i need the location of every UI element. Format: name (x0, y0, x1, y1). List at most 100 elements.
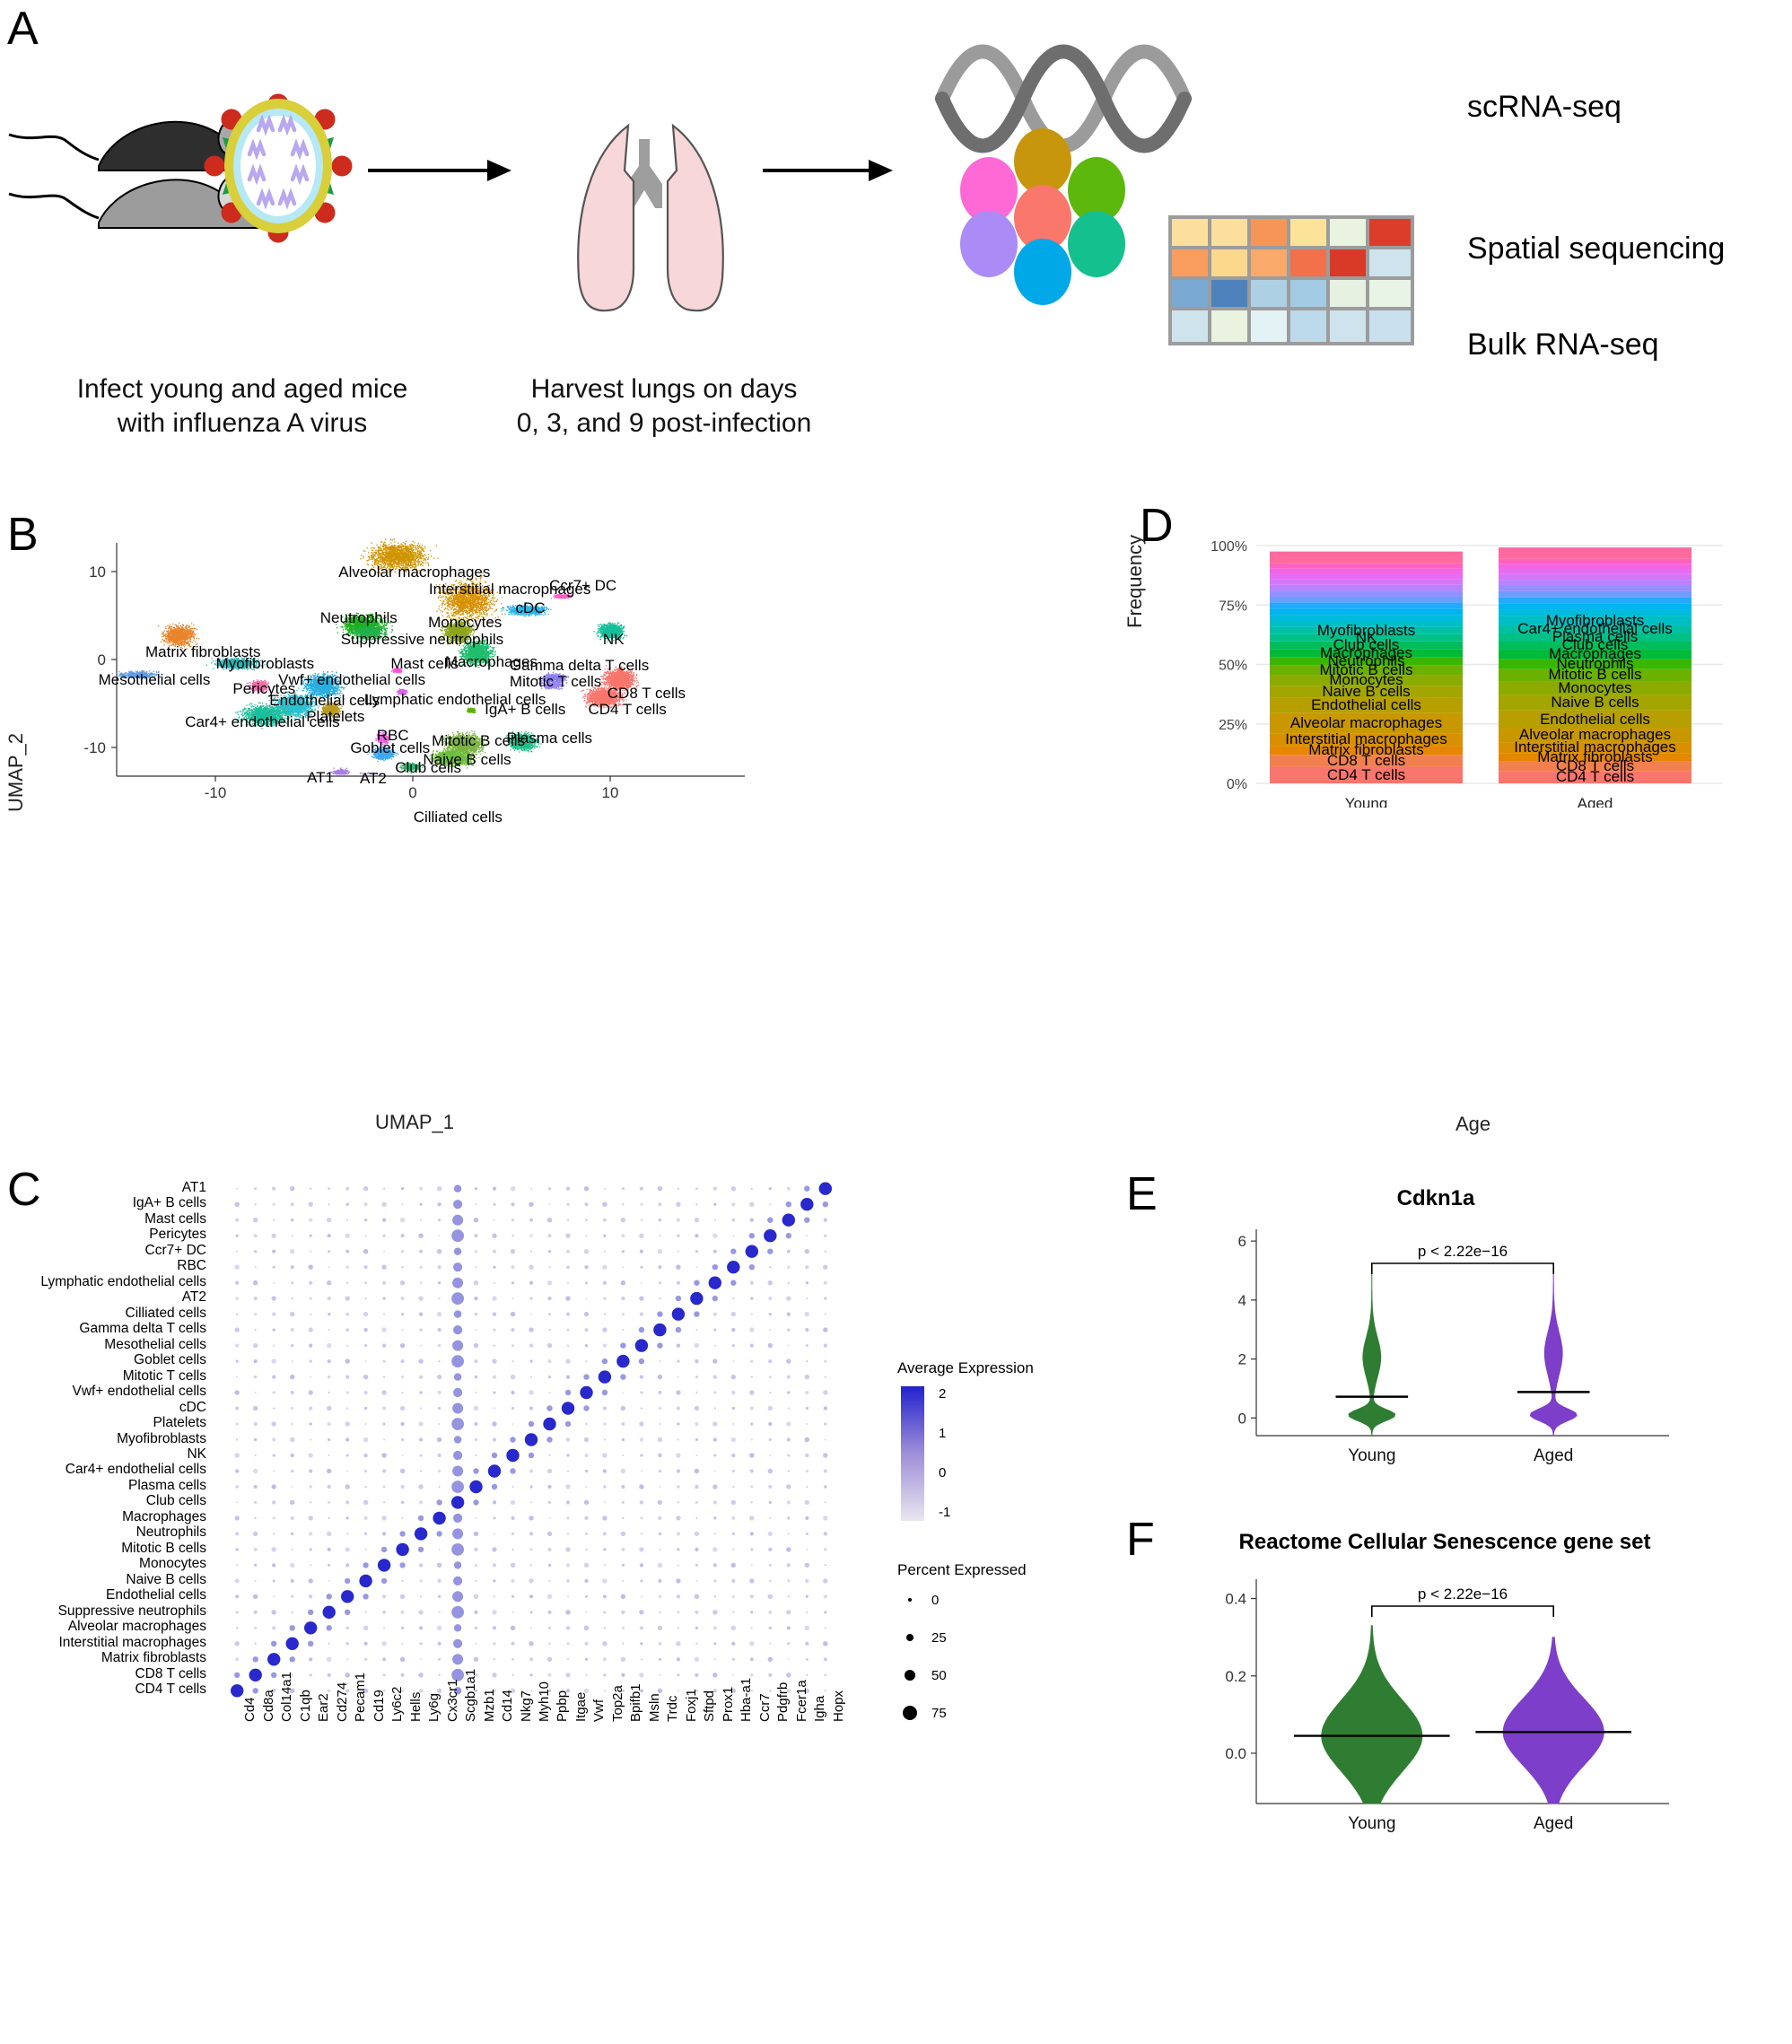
dotplot-dot (750, 1281, 754, 1285)
dotplot-dot (565, 1390, 571, 1395)
dotplot-dot (492, 1547, 496, 1551)
violin-senescence-canvas: 0.00.20.4Young Agedp < 2.22e−16 (1193, 1570, 1696, 1857)
dotplot-dot (328, 1438, 330, 1441)
dotplot-dot (345, 1187, 349, 1191)
dotplot-dot (603, 1297, 606, 1300)
dotplot-dot (382, 1344, 386, 1348)
dotplot-dot (659, 1219, 661, 1221)
dotplot-dot (712, 1421, 717, 1426)
dotplot-dot (400, 1406, 405, 1411)
dotplot-dot (806, 1360, 808, 1362)
dotplot-dot (453, 1262, 462, 1271)
dotplot-dot (639, 1610, 643, 1614)
dotplot-dot (363, 1437, 368, 1442)
dotplot-dot (641, 1282, 642, 1284)
dotplot-dot (731, 1202, 735, 1206)
dotplot-row-label: Plasma cells (0, 1478, 206, 1494)
dotplot-dot (603, 1657, 607, 1661)
dotplot-dot (272, 1187, 275, 1191)
dotplot-dot (786, 1484, 791, 1489)
dotplot-dot (346, 1266, 349, 1269)
dotplot-dot (253, 1594, 258, 1599)
dotplot-dot (566, 1187, 570, 1191)
dotplot-dot (677, 1360, 679, 1363)
dotplot-dot (602, 1453, 607, 1457)
dotplot-dot (451, 1292, 464, 1305)
dotplot-dot (328, 1234, 331, 1237)
dotplot-dot (603, 1485, 606, 1488)
dotplot-dot (419, 1187, 423, 1191)
bars-xlabel: Age (1455, 1113, 1490, 1136)
dotplot-dot (658, 1626, 662, 1630)
violin-shape (1322, 1626, 1422, 1804)
panel-a-graphic (0, 0, 1792, 359)
dotplot-dot (273, 1533, 275, 1534)
dotplot-dot (709, 1277, 721, 1289)
dotplot-dot (345, 1673, 350, 1677)
dotplot-dot (751, 1439, 753, 1441)
dotplot-gene-label: Hopx (831, 1690, 846, 1722)
dotplot-dot (695, 1532, 699, 1536)
dotplot-dot (786, 1673, 791, 1677)
dotplot-dot (549, 1266, 551, 1268)
dotplot-dot (510, 1468, 515, 1473)
dotplot-dot (566, 1266, 569, 1269)
dotplot-dot (584, 1202, 588, 1206)
dotplot-dot (438, 1391, 441, 1394)
dotplot-dot (565, 1421, 571, 1427)
dotplot-dot (476, 1203, 477, 1205)
dotplot-dot (714, 1658, 716, 1660)
dotplot-dot (529, 1657, 533, 1661)
violin-category-label: Young (1348, 1446, 1395, 1465)
dotplot-dot (768, 1532, 773, 1536)
dotplot-dot (604, 1690, 606, 1691)
dotplot-dot (272, 1437, 275, 1441)
dotplot-dot (418, 1673, 423, 1677)
dotplot-dot (768, 1422, 772, 1426)
dotplot-dot (695, 1234, 698, 1237)
dotplot-dot (824, 1594, 827, 1598)
dotplot-dot (677, 1690, 679, 1691)
dotplot-dot (511, 1579, 514, 1583)
dotplot-dot (825, 1690, 826, 1691)
dotplot-dot (438, 1595, 441, 1598)
dotplot-dot (547, 1532, 552, 1536)
dotplot-dot (768, 1469, 773, 1473)
dotplot-dot (401, 1250, 404, 1253)
bar-segment (1499, 604, 1691, 610)
violin-category-label: Young (1348, 1814, 1395, 1833)
dotplot-dot (494, 1345, 495, 1347)
dotplot-dot (547, 1280, 552, 1285)
dotplot-dot (345, 1500, 349, 1504)
dotplot-dot (677, 1548, 679, 1550)
panel-letter-f: F (1126, 1516, 1155, 1563)
dotplot-dot (640, 1266, 642, 1269)
dotplot-dot (694, 1280, 699, 1286)
dotplot-dot (659, 1360, 660, 1362)
dotplot-dot (382, 1219, 386, 1222)
dotplot-dot (695, 1594, 699, 1599)
dotplot-dot (453, 1514, 462, 1523)
dotplot-dot (401, 1234, 405, 1237)
svg-text:0: 0 (408, 784, 416, 801)
dotplot-dot (547, 1359, 551, 1363)
dotplot-dot (304, 1621, 317, 1634)
dotplot-row-label: Monocytes (0, 1556, 206, 1572)
dotplot-dot (474, 1359, 477, 1363)
dotplot-dot (345, 1376, 349, 1379)
dotplot-gene-label: Scgb1a1 (463, 1669, 478, 1722)
dotplot-dot (825, 1439, 826, 1441)
dotplot-dot (469, 1481, 482, 1493)
dotplot-gene-label: Itgae (573, 1692, 589, 1722)
dotplot-dot (310, 1673, 312, 1676)
dotplot-dot (622, 1627, 625, 1629)
dotplot-dot (402, 1392, 404, 1393)
dotplot-dot (566, 1516, 569, 1519)
dotplot-dot (309, 1344, 312, 1348)
dotplot-dot (695, 1359, 698, 1363)
svg-text:10: 10 (602, 784, 619, 801)
dotplot-dot (511, 1375, 515, 1379)
dotplot-dot (382, 1594, 386, 1598)
dotplot-dot (401, 1422, 405, 1426)
dotplot-dot (677, 1657, 680, 1661)
